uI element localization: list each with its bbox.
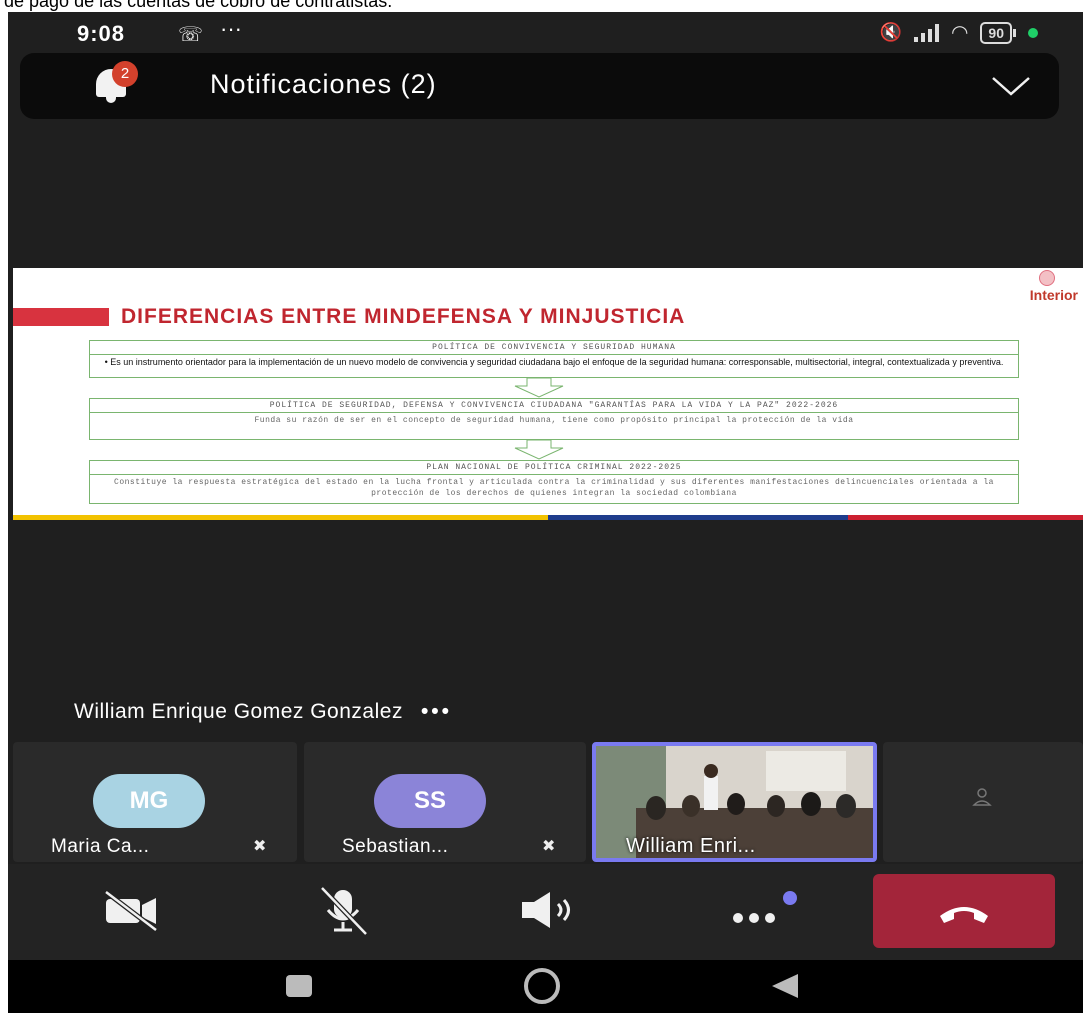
participant-name: William Enri... [626, 835, 756, 857]
avatar: SS [374, 774, 486, 828]
battery-level: 90 [980, 21, 1012, 44]
down-arrow-icon [514, 440, 564, 460]
status-icons: 🔇 ◠ 90 [880, 20, 1038, 45]
bell-icon: 2 [96, 61, 138, 103]
slide-box-body: Funda su razón de ser en el concepto de … [254, 416, 854, 425]
avatar: MG [93, 774, 205, 828]
slide-box-body: Constituye la respuesta estratégica del … [114, 478, 994, 498]
back-button[interactable] [770, 972, 800, 1000]
notification-title: Notificaciones (2) [210, 69, 437, 99]
mic-off-icon: ✖ [542, 838, 556, 855]
chevron-down-icon[interactable] [991, 75, 1031, 97]
home-button[interactable] [524, 968, 560, 1004]
participant-tile-video[interactable]: William Enri... [592, 742, 877, 862]
privacy-indicator-icon [1028, 27, 1038, 38]
participant-tile-mg[interactable]: MG Maria Ca... ✖ [13, 742, 297, 862]
phone-screen: 9:08 ☏ ··· 🔇 ◠ 90 2 Notificaciones (2) I… [8, 12, 1083, 1013]
slide-box-plan-criminal: PLAN NACIONAL DE POLÍTICA CRIMINAL 2022-… [89, 460, 1019, 504]
slide-box-policy-seguridad: POLÍTICA DE SEGURIDAD, DEFENSA Y CONVIVE… [89, 398, 1019, 440]
phone-call-icon: ☏ [178, 24, 204, 46]
battery-icon: 90 [980, 21, 1016, 44]
more-status-icon: ··· [220, 16, 242, 41]
more-actions-icon[interactable] [720, 874, 806, 946]
flag-stripes [13, 515, 1083, 520]
notification-badge: 2 [112, 61, 138, 87]
participant-tile-ss[interactable]: SS Sebastian... ✖ [304, 742, 586, 862]
top-caption: de pago de las cuentas de cobro de contr… [0, 0, 1083, 12]
call-controls [8, 864, 1083, 960]
camera-off-icon[interactable] [92, 874, 172, 946]
mic-off-icon[interactable] [304, 874, 384, 946]
mic-off-icon: ✖ [253, 838, 267, 855]
android-nav-bar [8, 960, 1083, 1013]
caption-text: de pago de las cuentas de cobro de contr… [4, 0, 393, 11]
participant-name: Maria Ca... [51, 836, 150, 857]
person-icon [972, 788, 992, 806]
speaker-name: William Enrique Gomez Gonzalez [74, 700, 403, 723]
participant-name: Sebastian... [342, 836, 449, 857]
more-options-icon[interactable]: ••• [421, 700, 452, 723]
notification-bar[interactable]: 2 Notificaciones (2) [20, 53, 1059, 119]
participant-tile-empty[interactable] [883, 742, 1083, 862]
slide-brand: Interior [1029, 287, 1078, 303]
hang-up-icon [940, 907, 988, 923]
slide-box-header: POLÍTICA DE SEGURIDAD, DEFENSA Y CONVIVE… [90, 399, 1018, 413]
slide-red-bar [13, 308, 109, 326]
recents-button[interactable] [286, 975, 312, 997]
slide-heading: DIFERENCIAS ENTRE MINDEFENSA Y MINJUSTIC… [121, 305, 686, 328]
wifi-icon: ◠ [950, 22, 969, 44]
ministry-logo-icon [1039, 270, 1055, 286]
speaker-icon[interactable] [508, 874, 588, 946]
slide-box-body: • Es un instrumento orientador para la i… [104, 357, 1004, 367]
slide-box-header: POLÍTICA DE CONVIVENCIA Y SEGURIDAD HUMA… [90, 341, 1018, 355]
clock: 9:08 [77, 21, 126, 46]
active-speaker-label: William Enrique Gomez Gonzalez ••• [74, 700, 452, 724]
end-call-button[interactable] [873, 874, 1055, 948]
slide-box-policy-convivencia: POLÍTICA DE CONVIVENCIA Y SEGURIDAD HUMA… [89, 340, 1019, 378]
status-bar: 9:08 ☏ ··· 🔇 ◠ 90 [8, 12, 1083, 57]
slide-box-header: PLAN NACIONAL DE POLÍTICA CRIMINAL 2022-… [90, 461, 1018, 475]
vibrate-off-icon: 🔇 [879, 22, 902, 42]
signal-icon [913, 23, 939, 42]
shared-slide: Interior DIFERENCIAS ENTRE MINDEFENSA Y … [13, 268, 1083, 520]
down-arrow-icon [514, 378, 564, 398]
